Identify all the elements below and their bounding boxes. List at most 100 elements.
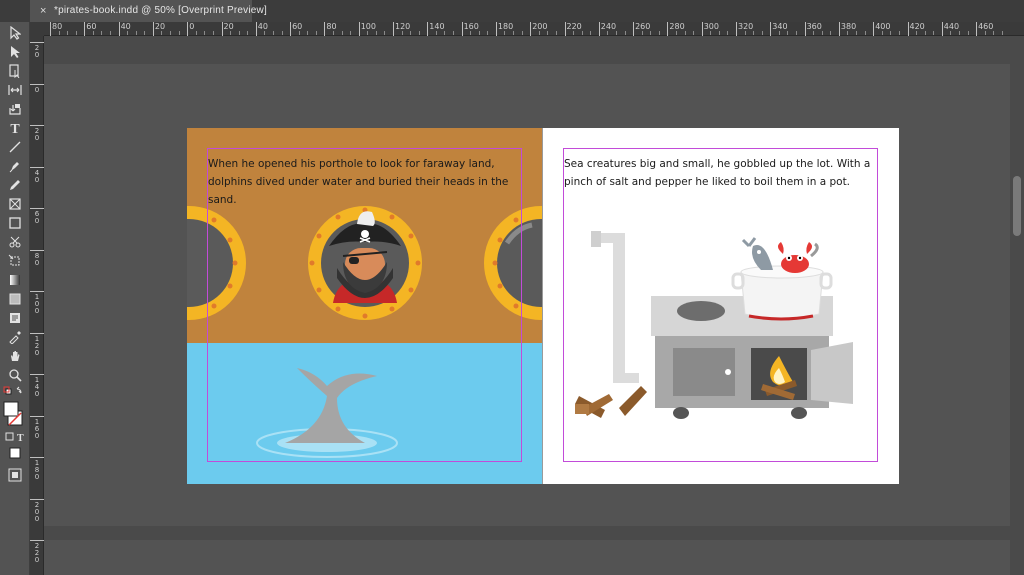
ruler-minor-tick <box>607 31 609 35</box>
right-page-text[interactable]: Sea creatures big and small, he gobbled … <box>564 155 884 191</box>
gap-tool-icon[interactable] <box>3 81 27 99</box>
content-collector-tool-icon[interactable] <box>3 100 27 118</box>
ruler-minor-tick <box>478 31 480 35</box>
ruler-minor-tick <box>658 31 660 35</box>
ruler-major-tick <box>30 457 44 458</box>
ruler-minor-tick <box>230 31 232 35</box>
ruler-minor-tick <box>178 31 180 35</box>
ruler-minor-tick <box>718 31 720 35</box>
ruler-minor-tick <box>410 31 412 35</box>
screen-mode-icon[interactable] <box>3 466 27 484</box>
stove-open-door <box>811 342 853 404</box>
gradient-feather-tool-icon[interactable] <box>3 290 27 308</box>
ruler-minor-tick <box>453 31 455 35</box>
ruler-minor-tick <box>821 31 823 35</box>
ruler-minor-tick <box>1001 31 1003 35</box>
ruler-minor-tick <box>487 31 489 35</box>
ruler-minor-tick <box>332 31 334 35</box>
ruler-major-tick <box>30 83 44 85</box>
scrollbar-thumb[interactable] <box>1013 176 1021 236</box>
ruler-minor-tick <box>67 31 69 35</box>
close-tab-icon[interactable]: × <box>40 0 46 22</box>
ruler-minor-tick <box>950 31 952 35</box>
page-spread[interactable]: When he opened his porthole to look for … <box>187 128 899 484</box>
note-tool-icon[interactable] <box>3 309 27 327</box>
fill-stroke-swatch[interactable] <box>3 398 27 428</box>
free-transform-tool-icon[interactable] <box>3 252 27 270</box>
ruler-minor-tick <box>555 31 557 35</box>
ruler-minor-tick <box>444 31 446 35</box>
ruler-minor-tick <box>641 31 643 35</box>
ruler-minor-tick <box>195 31 197 35</box>
tools-panel: T T <box>0 22 30 575</box>
zoom-tool-icon[interactable] <box>3 366 27 384</box>
ruler-minor-tick <box>796 31 798 35</box>
spread-spine <box>542 128 543 484</box>
svg-text:T: T <box>17 433 24 444</box>
default-fill-stroke-icon[interactable] <box>3 384 27 398</box>
ruler-major-tick <box>30 166 44 168</box>
ruler-minor-tick <box>350 31 352 35</box>
ruler-minor-tick <box>890 31 892 35</box>
vertical-ruler[interactable]: 2 0 0 2 0 4 0 6 0 8 0 1 0 0 1 2 0 1 4 0 1 6 0 1 8 … <box>30 36 44 575</box>
ruler-minor-tick <box>264 31 266 35</box>
right-page[interactable]: Sea creatures big and small, he gobbled … <box>543 128 899 484</box>
ruler-minor-tick <box>247 31 249 35</box>
ruler-label: 0 <box>189 22 195 31</box>
eyedropper-tool-icon[interactable] <box>3 328 27 346</box>
type-tool-icon[interactable]: T <box>3 120 27 138</box>
ruler-label: 80 <box>52 22 63 31</box>
rectangle-frame-tool-icon[interactable] <box>3 195 27 213</box>
ruler-minor-tick <box>92 31 94 35</box>
line-tool-icon[interactable] <box>3 138 27 156</box>
left-page-text[interactable]: When he opened his porthole to look for … <box>208 155 528 209</box>
ruler-minor-tick <box>281 31 283 35</box>
ruler-minor-tick <box>298 31 300 35</box>
ruler-minor-tick <box>547 31 549 35</box>
ruler-label: 2 0 <box>34 127 40 142</box>
ruler-minor-tick <box>813 31 815 35</box>
ruler-major-tick <box>30 42 44 43</box>
ruler-minor-tick <box>778 31 780 35</box>
left-page[interactable]: When he opened his porthole to look for … <box>187 128 543 484</box>
pen-tool-icon[interactable] <box>3 157 27 175</box>
ruler-minor-tick <box>204 31 206 35</box>
selection-tool-icon[interactable] <box>3 24 27 42</box>
gradient-swatch-tool-icon[interactable] <box>3 271 27 289</box>
scissors-tool-icon[interactable] <box>3 233 27 251</box>
rectangle-tool-icon[interactable] <box>3 214 27 232</box>
hand-tool-icon[interactable] <box>3 347 27 365</box>
ruler-minor-tick <box>744 31 746 35</box>
document-tab-bar: × *pirates-book.indd @ 50% [Overprint Pr… <box>0 0 1024 22</box>
ruler-origin[interactable] <box>30 22 44 36</box>
ruler-minor-tick <box>847 31 849 35</box>
ruler-minor-tick <box>384 31 386 35</box>
ruler-minor-tick <box>693 31 695 35</box>
ruler-label: 80 <box>326 22 337 31</box>
ruler-minor-tick <box>864 31 866 35</box>
ruler-minor-tick <box>856 31 858 35</box>
pencil-tool-icon[interactable] <box>3 176 27 194</box>
ruler-minor-tick <box>110 31 112 35</box>
ruler-minor-tick <box>590 31 592 35</box>
ruler-minor-tick <box>684 31 686 35</box>
page-tool-icon[interactable] <box>3 62 27 80</box>
stove-burner <box>677 301 725 321</box>
document-tab[interactable]: × *pirates-book.indd @ 50% [Overprint Pr… <box>30 0 267 22</box>
ruler-major-tick <box>30 498 44 500</box>
ruler-minor-tick <box>470 31 472 35</box>
direct-selection-tool-icon[interactable] <box>3 43 27 61</box>
apply-color-icon[interactable] <box>3 444 27 462</box>
ruler-label: 8 0 <box>34 251 40 267</box>
horizontal-ruler[interactable]: 80 60 40 20 0 20 40 60 80 100 120 140 160 180 200 220 24… <box>44 22 1024 36</box>
ruler-major-tick <box>30 291 44 292</box>
ruler-minor-tick <box>375 31 377 35</box>
ruler-minor-tick <box>573 31 575 35</box>
porthole-pirate <box>308 206 422 320</box>
ruler-minor-tick <box>504 31 506 35</box>
ruler-label: 0 <box>34 85 40 94</box>
ruler-minor-tick <box>144 31 146 35</box>
vertical-scrollbar[interactable] <box>1010 36 1024 575</box>
ruler-minor-tick <box>787 31 789 35</box>
ruler-label: 60 <box>292 22 303 31</box>
